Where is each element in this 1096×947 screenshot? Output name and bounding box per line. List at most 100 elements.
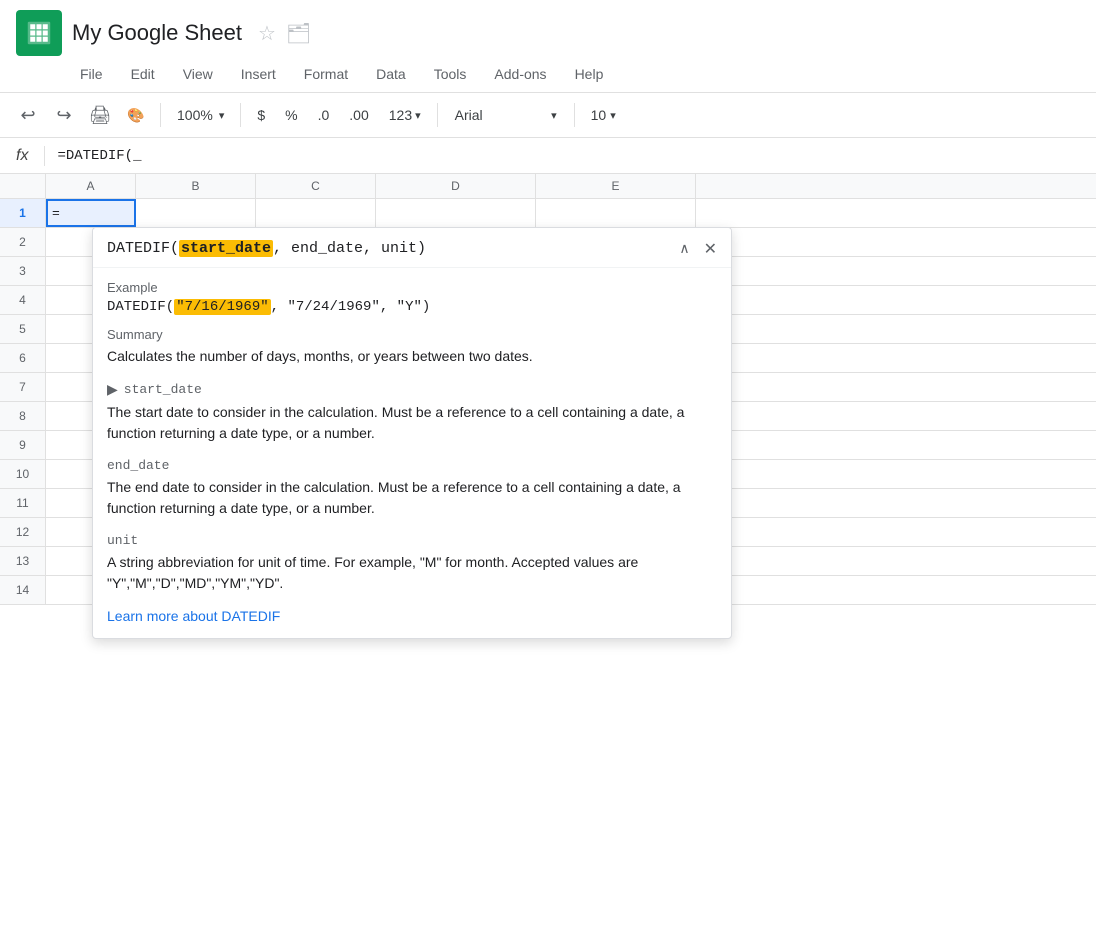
row-num-9[interactable]: 9 xyxy=(0,431,46,459)
menu-tools[interactable]: Tools xyxy=(422,62,479,86)
cell-b1[interactable] xyxy=(136,199,256,227)
menu-bar: File Edit View Insert Format Data Tools … xyxy=(0,60,1096,92)
zoom-control[interactable]: 100% ▾ xyxy=(169,103,232,127)
param1-arrow-icon: ▶ xyxy=(107,381,118,398)
fx-label: fx xyxy=(8,147,36,165)
popup-controls: ∧ ✕ xyxy=(675,238,717,259)
row-num-12[interactable]: 12 xyxy=(0,518,46,546)
param-end-date-header: end_date xyxy=(107,458,717,473)
col-header-e[interactable]: E xyxy=(536,174,696,198)
popup-function-signature: DATEDIF(start_date, end_date, unit) xyxy=(107,240,426,257)
row-num-14[interactable]: 14 xyxy=(0,576,46,604)
param2-desc: The end date to consider in the calculat… xyxy=(107,477,717,519)
undo-button[interactable]: ↩ xyxy=(12,99,44,131)
param-unit-section: unit A string abbreviation for unit of t… xyxy=(107,533,717,594)
title-bar: My Google Sheet ☆ 🗂 xyxy=(0,0,1096,60)
example-label: Example xyxy=(107,280,717,295)
formula-input[interactable]: =DATEDIF(_ xyxy=(53,146,1088,166)
summary-label: Summary xyxy=(107,327,717,342)
row-num-10[interactable]: 10 xyxy=(0,460,46,488)
cell-d1[interactable] xyxy=(376,199,536,227)
col-header-c[interactable]: C xyxy=(256,174,376,198)
param-start-date-header: ▶ start_date xyxy=(107,381,717,398)
cell-e1[interactable] xyxy=(536,199,696,227)
print-button[interactable]: 🖨 xyxy=(84,99,116,131)
toolbar-divider-3 xyxy=(437,103,438,127)
currency-symbol: $ xyxy=(257,107,265,123)
param-end-date-section: end_date The end date to consider in the… xyxy=(107,458,717,519)
param-unit-header: unit xyxy=(107,533,717,548)
number-format-button[interactable]: 123 ▾ xyxy=(381,103,429,127)
row-num-6[interactable]: 6 xyxy=(0,344,46,372)
formula-bar: fx =DATEDIF(_ xyxy=(0,138,1096,174)
summary-text: Calculates the number of days, months, o… xyxy=(107,346,717,367)
param3-desc: A string abbreviation for unit of time. … xyxy=(107,552,717,594)
popup-param-highlighted: start_date xyxy=(179,240,273,257)
popup-close-button[interactable]: ✕ xyxy=(704,239,717,259)
font-size-selector[interactable]: 10 ▾ xyxy=(583,103,624,127)
app-icon xyxy=(16,10,62,56)
cell-a1[interactable]: = xyxy=(46,199,136,227)
row-num-4[interactable]: 4 xyxy=(0,286,46,314)
col-header-d[interactable]: D xyxy=(376,174,536,198)
menu-insert[interactable]: Insert xyxy=(229,62,288,86)
toolbar: ↩ ↪ 🖨 🎨 100% ▾ $ % .0 .00 123 ▾ Arial ▾ … xyxy=(0,92,1096,138)
menu-data[interactable]: Data xyxy=(364,62,418,86)
percent-symbol: % xyxy=(285,107,297,123)
menu-help[interactable]: Help xyxy=(563,62,616,86)
paint-format-button[interactable]: 🎨 xyxy=(120,99,152,131)
font-name: Arial xyxy=(455,107,551,123)
row-num-8[interactable]: 8 xyxy=(0,402,46,430)
font-selector[interactable]: Arial ▾ xyxy=(446,102,566,128)
number-format-label: 123 xyxy=(389,107,412,123)
menu-file[interactable]: File xyxy=(68,62,115,86)
corner-header xyxy=(0,174,46,198)
row-num-13[interactable]: 13 xyxy=(0,547,46,575)
example-date-highlighted: "7/16/1969" xyxy=(174,299,270,315)
col-header-b[interactable]: B xyxy=(136,174,256,198)
popup-header: DATEDIF(start_date, end_date, unit) ∧ ✕ xyxy=(93,228,731,268)
grid-body: 1 = 2 3 4 xyxy=(0,199,1096,605)
row-num-5[interactable]: 5 xyxy=(0,315,46,343)
row-num-11[interactable]: 11 xyxy=(0,489,46,517)
param1-name: start_date xyxy=(124,382,202,397)
decimal-right-label: .00 xyxy=(349,107,368,123)
learn-more-link[interactable]: Learn more about DATEDIF xyxy=(107,608,280,624)
menu-addons[interactable]: Add-ons xyxy=(482,62,558,86)
popup-title-suffix: , end_date, unit) xyxy=(273,240,426,257)
decimal-right-button[interactable]: .00 xyxy=(341,103,376,127)
decimal-left-button[interactable]: .0 xyxy=(310,103,338,127)
cell-c1[interactable] xyxy=(256,199,376,227)
star-icon[interactable]: ☆ xyxy=(258,21,276,46)
row-num-1[interactable]: 1 xyxy=(0,199,46,227)
redo-button[interactable]: ↪ xyxy=(48,99,80,131)
param1-desc: The start date to consider in the calcul… xyxy=(107,402,717,444)
popup-body: Example DATEDIF("7/16/1969", "7/24/1969"… xyxy=(93,268,731,638)
param2-name: end_date xyxy=(107,458,169,473)
menu-edit[interactable]: Edit xyxy=(119,62,167,86)
menu-format[interactable]: Format xyxy=(292,62,360,86)
param-start-date-section: ▶ start_date The start date to consider … xyxy=(107,381,717,444)
param3-name: unit xyxy=(107,533,138,548)
row-num-7[interactable]: 7 xyxy=(0,373,46,401)
folder-icon[interactable]: 🗂 xyxy=(286,21,311,46)
currency-button[interactable]: $ xyxy=(249,103,273,127)
example-prefix: DATEDIF( xyxy=(107,299,174,315)
zoom-value: 100% xyxy=(177,107,213,123)
font-size-value: 10 xyxy=(591,107,607,123)
percent-button[interactable]: % xyxy=(277,103,305,127)
font-size-dropdown-icon: ▾ xyxy=(610,109,616,122)
title-icons: ☆ 🗂 xyxy=(258,21,311,46)
zoom-dropdown-icon: ▾ xyxy=(219,109,225,122)
row-num-3[interactable]: 3 xyxy=(0,257,46,285)
menu-view[interactable]: View xyxy=(171,62,225,86)
number-format-dropdown-icon: ▾ xyxy=(415,109,421,122)
col-header-a[interactable]: A xyxy=(46,174,136,198)
popup-nav-up-button[interactable]: ∧ xyxy=(675,238,693,259)
row-num-2[interactable]: 2 xyxy=(0,228,46,256)
popup-example: DATEDIF("7/16/1969", "7/24/1969", "Y") xyxy=(107,299,717,315)
decimal-left-label: .0 xyxy=(318,107,330,123)
formula-bar-divider xyxy=(44,146,45,166)
toolbar-divider-2 xyxy=(240,103,241,127)
column-headers: A B C D E xyxy=(0,174,1096,199)
